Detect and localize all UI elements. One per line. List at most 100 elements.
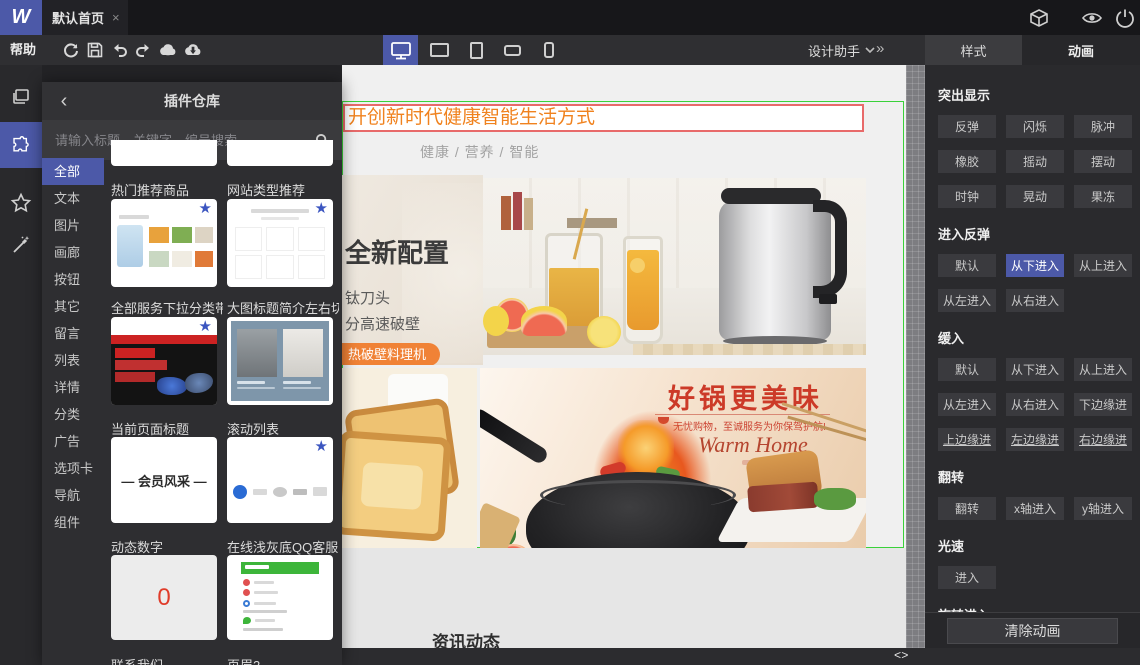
anim-button[interactable]: 右边缘进	[1074, 428, 1132, 451]
page-tab-default-home[interactable]: 默认首页 ×	[42, 0, 128, 35]
device-tablet-portrait-button[interactable]	[459, 35, 494, 65]
app-logo[interactable]: W	[0, 0, 42, 35]
plugin-label: 动态数字	[111, 540, 164, 555]
category-image[interactable]: 图片	[42, 212, 104, 239]
plugins-puzzle-icon[interactable]	[0, 122, 42, 168]
category-gallery[interactable]: 画廊	[42, 239, 104, 266]
magic-wand-icon[interactable]	[0, 225, 42, 265]
anim-button[interactable]: 翻转	[938, 497, 996, 520]
canvas-scrollbar[interactable]	[906, 65, 925, 648]
preview-eye-icon[interactable]	[1081, 7, 1103, 29]
plugin-card-partial[interactable]	[227, 140, 333, 166]
category-tabs[interactable]: 选项卡	[42, 455, 104, 482]
category-detail[interactable]: 详情	[42, 374, 104, 401]
category-button[interactable]: 按钮	[42, 266, 104, 293]
anim-button[interactable]: 反弹	[938, 115, 996, 138]
anim-button[interactable]: 下边缘进	[1074, 393, 1132, 416]
banner-cta-button[interactable]: 热破壁料理机	[342, 343, 441, 365]
star-badge-icon[interactable]: ★	[315, 201, 328, 216]
category-component[interactable]: 组件	[42, 509, 104, 536]
anim-button[interactable]: 进入	[938, 566, 996, 589]
anim-button[interactable]: 从左进入	[938, 393, 996, 416]
star-badge-icon[interactable]: ★	[199, 201, 212, 216]
plugin-label: 联系我们	[111, 655, 223, 665]
anim-button[interactable]: 时钟	[938, 185, 996, 208]
category-ad[interactable]: 广告	[42, 428, 104, 455]
wok-banner-image[interactable]: 好锅更美味 无忧购物，至诚服务为你保驾护航! Warm Home	[480, 368, 866, 548]
section-title-ease-in: 缓入	[938, 331, 965, 346]
category-all[interactable]: 全部	[42, 158, 104, 185]
collapse-panel-chevrons[interactable]: »	[876, 40, 884, 57]
anim-button[interactable]: 晃动	[1006, 185, 1064, 208]
plugin-card-qq-service[interactable]	[227, 555, 333, 640]
anim-button[interactable]: 左边缘进	[1006, 428, 1064, 451]
device-desktop-button[interactable]	[383, 35, 418, 65]
favorites-star-icon[interactable]	[0, 183, 42, 223]
toast-banner-image[interactable]	[342, 368, 477, 548]
enter-bounce-buttons: 默认 从下进入 从上进入 从左进入 从右进入	[938, 254, 1140, 312]
device-phone-portrait-button[interactable]	[531, 35, 566, 65]
anim-button[interactable]: 从上进入	[1074, 358, 1132, 381]
plugin-card-site-types[interactable]: ★	[227, 199, 333, 287]
design-assistant-dropdown[interactable]: 设计助手	[808, 35, 875, 65]
anim-button[interactable]: 橡胶	[938, 150, 996, 173]
back-chevron-icon[interactable]: ‹	[42, 90, 86, 113]
kettle-banner-image[interactable]	[483, 178, 866, 355]
device-phone-landscape-button[interactable]	[495, 35, 530, 65]
anim-button[interactable]: 从上进入	[1074, 254, 1132, 277]
undo-icon[interactable]	[111, 41, 129, 59]
anim-button[interactable]: 上边缘进	[938, 428, 996, 451]
clear-animation-button[interactable]: 清除动画	[947, 617, 1118, 644]
pages-icon[interactable]	[0, 77, 42, 117]
star-badge-icon[interactable]: ★	[199, 319, 212, 334]
plugin-card-hot-products[interactable]: ★	[111, 199, 217, 287]
subheading-text[interactable]: 健康 / 营养 / 智能	[420, 142, 539, 162]
device-tablet-landscape-button[interactable]	[422, 35, 457, 65]
canvas-lower-section	[342, 548, 906, 648]
anim-button[interactable]: 摆动	[1074, 150, 1132, 173]
tab-animation[interactable]: 动画	[1022, 35, 1140, 65]
anim-button[interactable]: 果冻	[1074, 185, 1132, 208]
anim-button-active[interactable]: 从下进入	[1006, 254, 1064, 277]
anim-button[interactable]: 从下进入	[1006, 358, 1064, 381]
category-list[interactable]: 列表	[42, 347, 104, 374]
plugin-card-partial[interactable]	[111, 140, 217, 166]
anim-button[interactable]: 闪烁	[1006, 115, 1064, 138]
product-banner-text-zone[interactable]: 全新配置 钛刀头 分高速破壁 热破壁料理机	[342, 175, 483, 365]
anim-button[interactable]: x轴进入	[1006, 497, 1064, 520]
anim-button[interactable]: 从右进入	[1006, 289, 1064, 312]
star-badge-icon[interactable]: ★	[315, 439, 328, 454]
refresh-icon[interactable]	[62, 41, 80, 59]
anim-button[interactable]: 从右进入	[1006, 393, 1064, 416]
plugin-card-dropdown-category[interactable]: ★	[111, 317, 217, 405]
category-classify[interactable]: 分类	[42, 401, 104, 428]
design-canvas[interactable]: 开创新时代健康智能生活方式 健康 / 营养 / 智能 全新配置 钛刀头 分高速破…	[342, 65, 906, 648]
plugin-card-dynamic-number[interactable]: 0	[111, 555, 217, 640]
redo-icon[interactable]	[134, 41, 152, 59]
plugin-card-page-title[interactable]: — 会员风采 —	[111, 437, 217, 523]
anim-button[interactable]: 默认	[938, 254, 996, 277]
anim-button[interactable]: y轴进入	[1074, 497, 1132, 520]
power-icon[interactable]	[1114, 7, 1136, 29]
anim-button[interactable]: 脉冲	[1074, 115, 1132, 138]
plugin-card-bigimage-slider[interactable]	[227, 317, 333, 405]
heading-text-element[interactable]: 开创新时代健康智能生活方式	[343, 104, 864, 132]
anim-button[interactable]: 摇动	[1006, 150, 1064, 173]
anim-button[interactable]: 默认	[938, 358, 996, 381]
tab-style[interactable]: 样式	[925, 35, 1022, 65]
category-text[interactable]: 文本	[42, 185, 104, 212]
save-icon[interactable]	[86, 41, 104, 59]
category-nav[interactable]: 导航	[42, 482, 104, 509]
news-section-title[interactable]: 资讯动态	[432, 628, 500, 648]
category-message[interactable]: 留言	[42, 320, 104, 347]
category-other[interactable]: 其它	[42, 293, 104, 320]
cutting-board	[480, 502, 521, 548]
cloud-download-icon[interactable]	[183, 41, 201, 59]
help-button[interactable]: 帮助	[10, 35, 36, 65]
tab-close-icon[interactable]: ×	[112, 10, 120, 25]
code-view-icon[interactable]: <>	[894, 649, 908, 663]
cloud-upload-icon[interactable]	[158, 41, 176, 59]
anim-button[interactable]: 从左进入	[938, 289, 996, 312]
plugin-card-scroll-list[interactable]: ★	[227, 437, 333, 523]
components-cube-icon[interactable]	[1028, 7, 1050, 29]
